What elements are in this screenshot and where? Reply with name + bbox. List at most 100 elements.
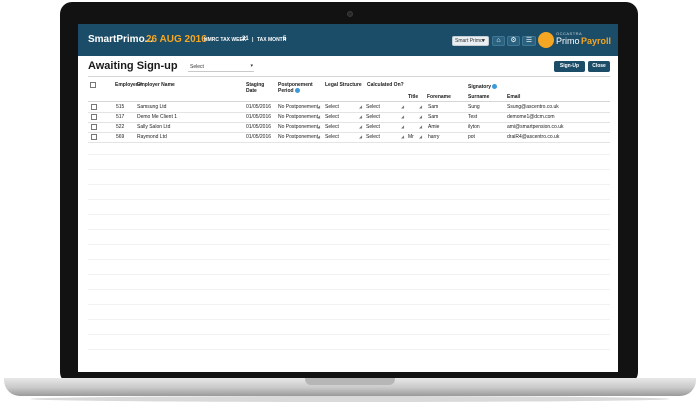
chevron-down-icon: ▾: [250, 63, 253, 69]
rule-line: [88, 319, 610, 320]
rule-line: [88, 304, 610, 305]
header-surname: Surname: [468, 94, 490, 100]
select-all-checkbox[interactable]: [90, 82, 96, 88]
row-employer-name[interactable]: Samsung Ltd: [137, 104, 166, 110]
status-filter-select[interactable]: Select ▾: [188, 62, 254, 72]
app-name: SmartPrimo...: [88, 34, 154, 45]
row-postponement-select[interactable]: No Postponement: [278, 114, 318, 120]
close-button[interactable]: Close: [588, 61, 610, 72]
header-forename: Forename: [427, 94, 451, 100]
row-forename[interactable]: harry: [428, 134, 439, 140]
laptop-notch: [305, 378, 395, 385]
rule-line: [88, 184, 610, 185]
menu-icon: ☰: [525, 37, 533, 44]
row-employer-num: 569: [116, 134, 125, 140]
chevron-down-icon: ◢: [419, 114, 423, 119]
home-button[interactable]: ⌂: [492, 36, 505, 46]
gear-icon: ⚙: [510, 37, 517, 44]
row-checkbox[interactable]: [91, 134, 97, 140]
user-select[interactable]: Smart Primo ▼: [452, 36, 489, 46]
row-postponement-select[interactable]: No Postponement: [278, 134, 318, 140]
row-checkbox[interactable]: [91, 114, 97, 120]
row-forename[interactable]: Sam: [428, 104, 438, 110]
row-postponement-select[interactable]: No Postponement: [278, 124, 318, 130]
info-icon[interactable]: [492, 84, 498, 90]
user-select-label: Smart Primo: [455, 38, 483, 44]
row-surname[interactable]: Sung: [468, 104, 480, 110]
row-title-select[interactable]: Mr: [408, 134, 414, 140]
row-email[interactable]: ami@smartpension.co.uk: [507, 124, 564, 130]
row-surname[interactable]: ilyton: [468, 124, 480, 130]
row-legal-select[interactable]: Select: [325, 124, 339, 130]
row-legal-select[interactable]: Select: [325, 114, 339, 120]
separator: |: [252, 37, 254, 43]
row-postponement-select[interactable]: No Postponement: [278, 104, 318, 110]
row-employer-num: 522: [116, 124, 125, 130]
row-forename[interactable]: Amie: [428, 124, 439, 130]
header-signatory: Signatory: [468, 84, 498, 90]
menu-button[interactable]: ☰: [522, 36, 536, 46]
chevron-down-icon: ◢: [359, 124, 363, 129]
row-legal-select[interactable]: Select: [325, 104, 339, 110]
header-title: Title: [408, 94, 419, 100]
chevron-down-icon: ◢: [419, 134, 423, 139]
divider: [88, 76, 610, 77]
brand-primo: Primo: [556, 36, 580, 46]
chevron-down-icon: ◢: [419, 124, 423, 129]
rule-line: [88, 274, 610, 275]
row-email[interactable]: Ssung@ascentro.co.uk: [507, 104, 559, 110]
current-date: 26 AUG 2016: [146, 34, 207, 45]
row-calculated-select[interactable]: Select: [366, 104, 380, 110]
row-email[interactable]: demome1@dcm.com: [507, 114, 555, 120]
camera-icon: [347, 11, 353, 17]
rule-line: [88, 259, 610, 260]
rule-line: [88, 169, 610, 170]
page-title: Awaiting Sign-up: [88, 60, 178, 72]
row-calculated-select[interactable]: Select: [366, 134, 380, 140]
header-divider: [88, 101, 610, 102]
rule-line: [88, 244, 610, 245]
chevron-down-icon: ◢: [317, 104, 321, 109]
rule-line: [88, 334, 610, 335]
rule-line: [88, 289, 610, 290]
row-forename[interactable]: Sam: [428, 114, 438, 120]
header-postponement: Postponement Period: [278, 82, 316, 94]
chevron-down-icon: ◢: [401, 134, 405, 139]
row-checkbox[interactable]: [91, 104, 97, 110]
header-legal-structure: Legal Structure: [325, 82, 362, 88]
tax-week-label: HMRC TAX WEEK: [204, 37, 247, 43]
row-divider: [88, 122, 610, 123]
header-email: Email: [507, 94, 521, 100]
row-employer-num: 515: [116, 104, 125, 110]
tax-week-value: 21: [242, 36, 249, 42]
chevron-down-icon: ◢: [401, 104, 405, 109]
chevron-down-icon: ◢: [401, 124, 405, 129]
settings-button[interactable]: ⚙: [507, 36, 520, 46]
chevron-down-icon: ◢: [359, 114, 363, 119]
tax-month-label: TAX MONTH: [257, 37, 287, 43]
signup-button[interactable]: Sign-Up: [554, 61, 585, 72]
header-employer-name: Employer Name: [137, 82, 175, 88]
info-icon[interactable]: [294, 88, 300, 94]
row-employer-name[interactable]: Sally Salon Ltd: [137, 124, 170, 130]
row-calculated-select[interactable]: Select: [366, 124, 380, 130]
rule-line: [88, 154, 610, 155]
row-employer-name[interactable]: Demo Me Client 1: [137, 114, 177, 120]
row-surname[interactable]: Test: [468, 114, 477, 120]
row-divider: [88, 112, 610, 113]
chevron-down-icon: ◢: [359, 104, 363, 109]
chevron-down-icon: ◢: [317, 124, 321, 129]
row-legal-select[interactable]: Select: [325, 134, 339, 140]
row-surname[interactable]: pot: [468, 134, 475, 140]
chevron-down-icon: ◢: [359, 134, 363, 139]
row-divider: [88, 132, 610, 133]
row-checkbox[interactable]: [91, 124, 97, 130]
rule-line: [88, 199, 610, 200]
row-employer-name[interactable]: Raymond Ltd: [137, 134, 167, 140]
row-divider: [88, 142, 610, 143]
brand-payroll: Payroll: [581, 36, 612, 46]
row-employer-num: 517: [116, 114, 125, 120]
row-email[interactable]: draiR4@ascentro.co.uk: [507, 134, 559, 140]
row-staging-date: 01/05/2016: [246, 134, 272, 140]
row-calculated-select[interactable]: Select: [366, 114, 380, 120]
